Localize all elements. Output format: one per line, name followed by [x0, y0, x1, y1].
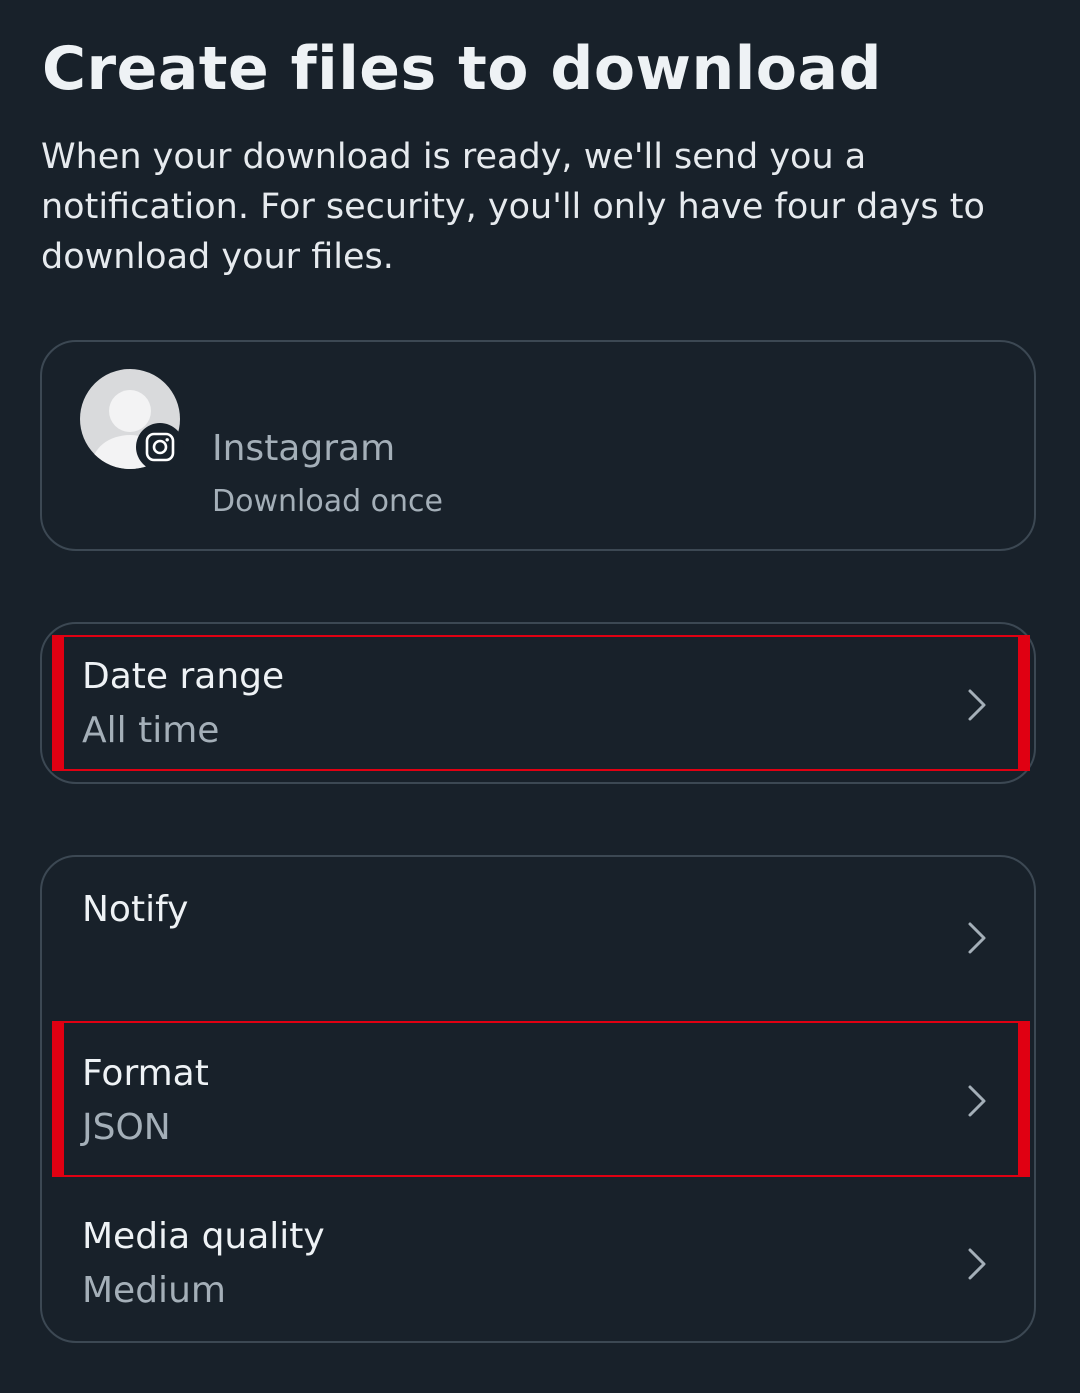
notify-label: Notify: [82, 889, 189, 930]
date-range-label: Date range: [82, 656, 285, 697]
chevron-right-icon: [968, 922, 986, 954]
date-range-row[interactable]: Date range All time: [42, 624, 1034, 782]
page-title: Create files to download: [42, 34, 882, 104]
account-card[interactable]: Instagram Download once: [40, 340, 1036, 551]
date-range-card: Date range All time: [40, 622, 1036, 784]
instagram-icon: [136, 423, 184, 471]
media-quality-row[interactable]: Media quality Medium: [42, 1184, 1034, 1344]
chevron-right-icon: [968, 1085, 986, 1117]
account-name: Instagram: [212, 428, 396, 469]
date-range-value: All time: [82, 710, 220, 751]
account-download-mode: Download once: [212, 484, 443, 519]
chevron-right-icon: [968, 1248, 986, 1280]
options-card: Notify Format JSON Media quality Medium: [40, 855, 1036, 1343]
format-row[interactable]: Format JSON: [42, 1021, 1034, 1183]
format-value: JSON: [82, 1107, 171, 1148]
page-description: When your download is ready, we'll send …: [41, 137, 985, 277]
chevron-right-icon: [968, 689, 986, 721]
media-quality-label: Media quality: [82, 1216, 325, 1257]
media-quality-value: Medium: [82, 1270, 226, 1311]
format-label: Format: [82, 1053, 209, 1094]
notify-row[interactable]: Notify: [42, 857, 1034, 1019]
